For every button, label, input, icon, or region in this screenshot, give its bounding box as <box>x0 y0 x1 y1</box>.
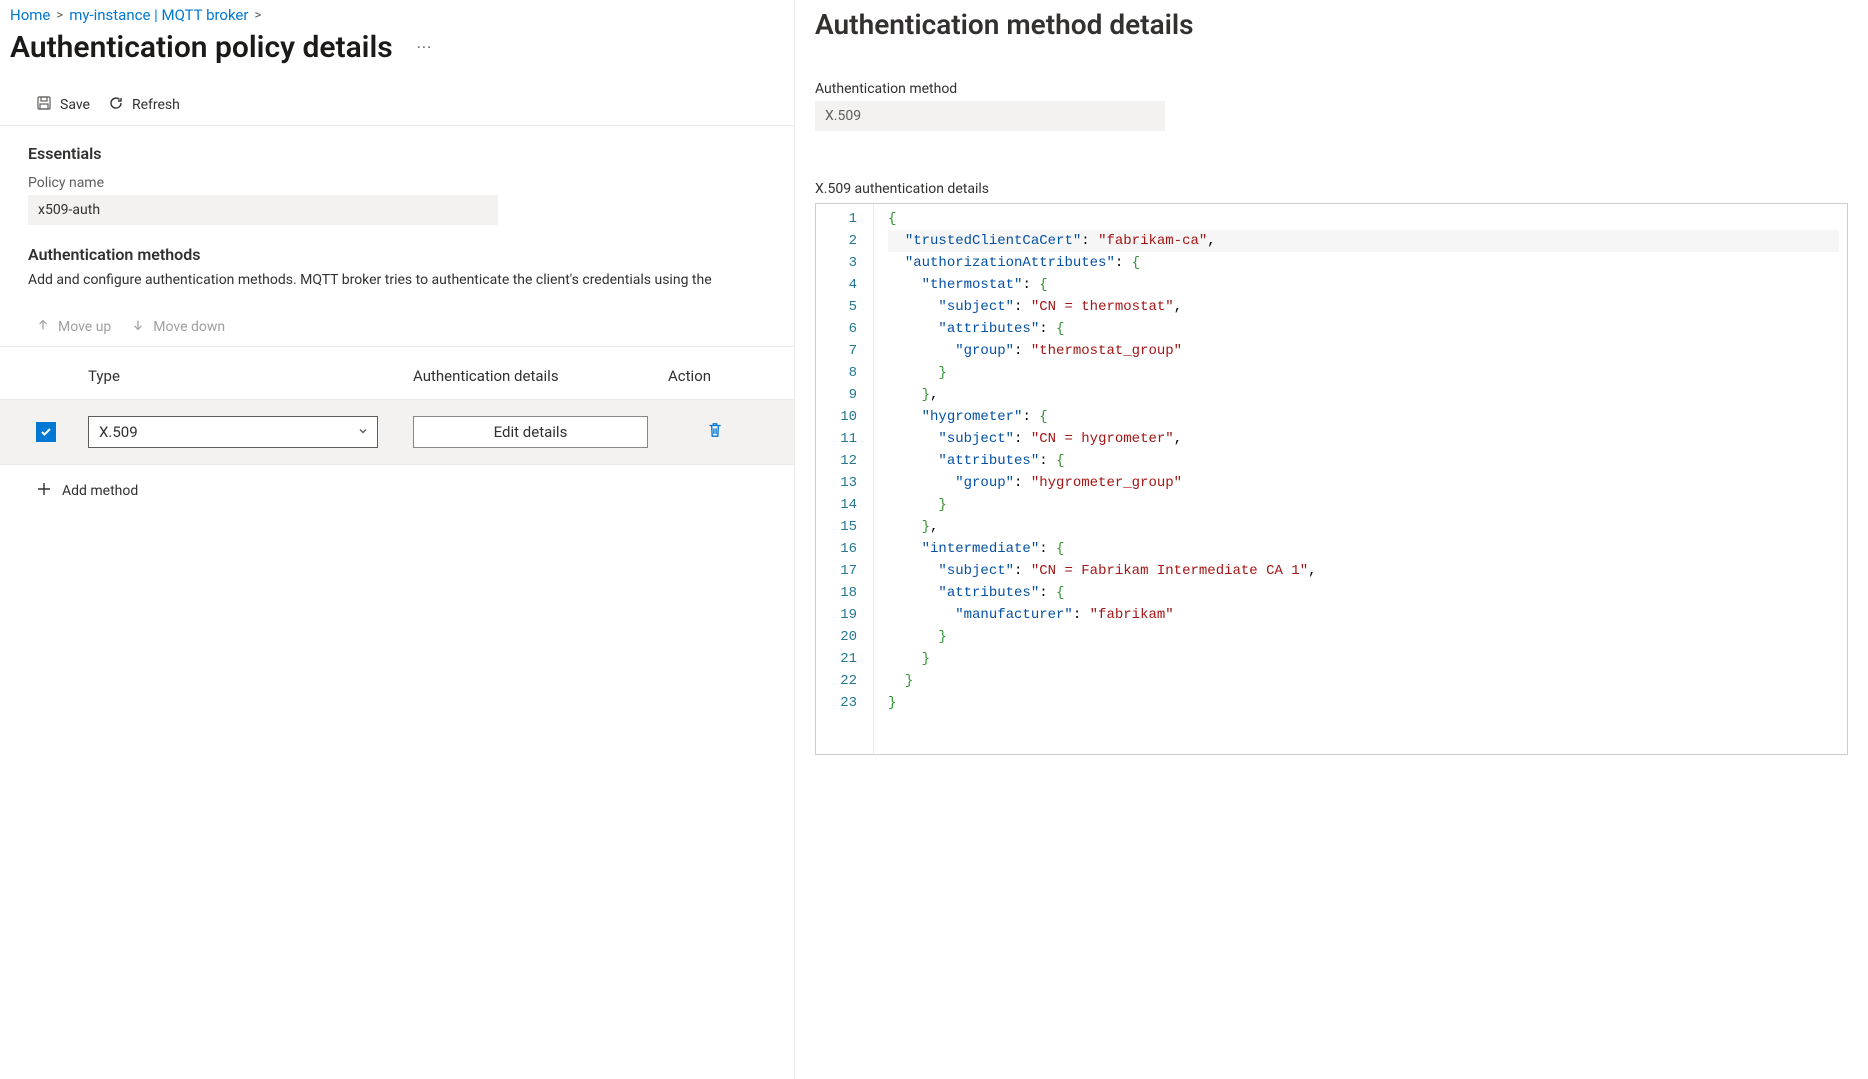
right-panel-title: Authentication method details <box>815 0 1848 81</box>
edit-details-button[interactable]: Edit details <box>413 416 648 448</box>
save-icon <box>36 95 52 115</box>
row-checkbox[interactable] <box>36 422 56 442</box>
add-method-label: Add method <box>62 483 138 499</box>
auth-method-value: X.509 <box>815 101 1165 131</box>
methods-table-header: Type Authentication details Action <box>0 347 794 400</box>
move-down-button[interactable]: Move down <box>131 318 225 336</box>
breadcrumb: Home > my-instance | MQTT broker > <box>0 0 794 24</box>
chevron-right-icon: > <box>254 8 261 23</box>
chevron-right-icon: > <box>56 8 63 23</box>
code-gutter: 1 2 3 4 5 6 7 8 9 10 11 12 13 14 15 16 1… <box>816 204 874 754</box>
add-method-button[interactable]: Add method <box>0 465 794 517</box>
edit-details-label: Edit details <box>494 423 568 441</box>
more-button[interactable]: ··· <box>413 34 437 61</box>
breadcrumb-instance[interactable]: my-instance | MQTT broker <box>69 6 248 24</box>
col-action: Action <box>668 367 758 385</box>
col-type: Type <box>88 367 413 385</box>
save-button[interactable]: Save <box>36 95 90 115</box>
refresh-label: Refresh <box>132 97 180 113</box>
col-details: Authentication details <box>413 367 668 385</box>
type-select-value: X.509 <box>99 423 138 441</box>
methods-heading: Authentication methods <box>28 245 766 264</box>
move-up-button[interactable]: Move up <box>36 318 111 336</box>
auth-details-label: X.509 authentication details <box>815 181 1848 197</box>
auth-method-label: Authentication method <box>815 81 1848 97</box>
policy-name-value: x509-auth <box>28 195 498 225</box>
breadcrumb-home[interactable]: Home <box>10 6 50 24</box>
move-up-label: Move up <box>58 319 111 335</box>
delete-button[interactable] <box>706 425 724 443</box>
refresh-icon <box>108 95 124 115</box>
essentials-heading: Essentials <box>28 144 766 163</box>
trash-icon <box>706 425 724 443</box>
refresh-button[interactable]: Refresh <box>108 95 180 115</box>
type-select[interactable]: X.509 <box>88 416 378 448</box>
toolbar: Save Refresh <box>0 85 794 126</box>
arrow-up-icon <box>36 318 50 336</box>
policy-name-label: Policy name <box>28 175 766 191</box>
table-row: X.509 Edit details <box>0 400 794 465</box>
save-label: Save <box>60 97 90 113</box>
page-title: Authentication policy details <box>10 30 393 65</box>
right-panel: Authentication method details Authentica… <box>795 0 1868 1079</box>
chevron-down-icon <box>357 423 369 441</box>
move-down-label: Move down <box>153 319 225 335</box>
methods-subtext: Add and configure authentication methods… <box>28 272 766 288</box>
code-editor[interactable]: 1 2 3 4 5 6 7 8 9 10 11 12 13 14 15 16 1… <box>815 203 1848 755</box>
left-panel: Home > my-instance | MQTT broker > Authe… <box>0 0 795 1079</box>
code-body[interactable]: { "trustedClientCaCert": "fabrikam-ca", … <box>874 204 1847 754</box>
arrow-down-icon <box>131 318 145 336</box>
plus-icon <box>36 481 52 501</box>
